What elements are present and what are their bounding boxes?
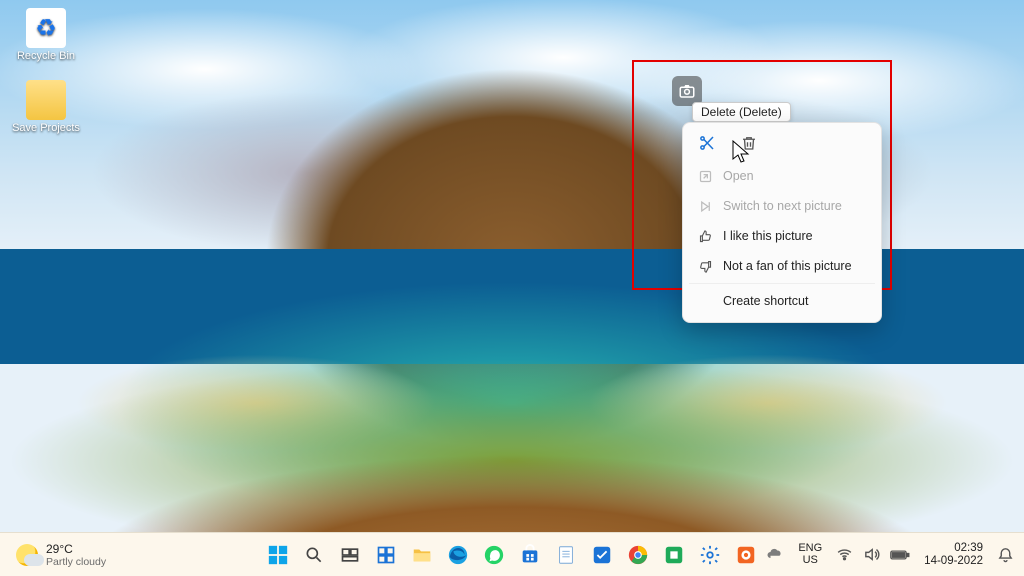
context-menu-item-label: Create shortcut [723, 294, 808, 308]
tray-battery-icon[interactable] [890, 548, 910, 562]
taskbar-store-icon[interactable] [515, 540, 545, 570]
taskbar-whatsapp-icon[interactable] [479, 540, 509, 570]
taskbar-chrome-icon[interactable] [623, 540, 653, 570]
context-menu-separator [689, 283, 875, 284]
taskbar-edge-icon[interactable] [443, 540, 473, 570]
taskbar-clock[interactable]: 02:39 14-09-2022 [920, 540, 987, 569]
context-menu-create-shortcut[interactable]: Create shortcut [689, 286, 875, 316]
blank-icon [697, 293, 713, 309]
thumbs-up-icon [697, 228, 713, 244]
taskbar-app-orange[interactable] [731, 540, 761, 570]
tray-onedrive-icon[interactable] [766, 546, 784, 564]
context-menu-item-label: Switch to next picture [723, 199, 842, 213]
weather-icon [16, 544, 38, 566]
recycle-bin-icon: ♻ [26, 8, 66, 48]
lang-bottom: US [798, 555, 822, 567]
open-icon [697, 168, 713, 184]
taskbar-language-switch[interactable]: ENG US [794, 541, 826, 568]
taskbar-right: ENG US 02:39 14-09-2022 [742, 540, 1014, 569]
taskbar-settings-icon[interactable] [695, 540, 725, 570]
taskbar-weather-widget[interactable]: 29°C Partly cloudy [10, 538, 112, 572]
context-menu-cut-icon[interactable] [697, 133, 717, 153]
taskbar-explorer-icon[interactable] [407, 540, 437, 570]
folder-icon [26, 80, 66, 120]
desktop-icon-label: Save Projects [10, 122, 82, 134]
context-menu-like-picture[interactable]: I like this picture [689, 221, 875, 251]
start-button[interactable] [263, 540, 293, 570]
taskbar: 29°C Partly cloudy [0, 532, 1024, 576]
taskbar-notepad-icon[interactable] [551, 540, 581, 570]
taskbar-task-view-icon[interactable] [335, 540, 365, 570]
play-next-icon [697, 198, 713, 214]
tray-notifications-icon[interactable] [997, 546, 1014, 563]
thumbs-down-icon [697, 258, 713, 274]
context-menu-dislike-picture[interactable]: Not a fan of this picture [689, 251, 875, 281]
tray-wifi-icon[interactable] [836, 546, 853, 563]
context-menu-item-label: I like this picture [723, 229, 813, 243]
clock-date: 14-09-2022 [924, 555, 983, 568]
context-menu-item-label: Open [723, 169, 754, 183]
tooltip-delete: Delete (Delete) [692, 102, 791, 122]
context-menu-open: Open [689, 161, 875, 191]
context-menu-next-picture: Switch to next picture [689, 191, 875, 221]
taskbar-search-icon[interactable] [299, 540, 329, 570]
weather-temp: 29°C [46, 542, 106, 556]
context-menu-delete-icon[interactable] [739, 133, 759, 153]
weather-condition: Partly cloudy [46, 556, 106, 568]
lang-top: ENG [798, 543, 822, 555]
tray-volume-icon[interactable] [863, 546, 880, 563]
desktop-icon-recycle-bin[interactable]: ♻ Recycle Bin [10, 8, 82, 62]
desktop-context-menu: Open Switch to next picture I like this … [682, 122, 882, 323]
context-menu-item-label: Not a fan of this picture [723, 259, 852, 273]
desktop-icon-label: Recycle Bin [10, 50, 82, 62]
desktop-icon-save-projects[interactable]: Save Projects [10, 80, 82, 134]
taskbar-app-green[interactable] [659, 540, 689, 570]
clock-time: 02:39 [924, 542, 983, 555]
taskbar-app-generic[interactable] [587, 540, 617, 570]
taskbar-widgets-icon[interactable] [371, 540, 401, 570]
taskbar-center [263, 540, 761, 570]
